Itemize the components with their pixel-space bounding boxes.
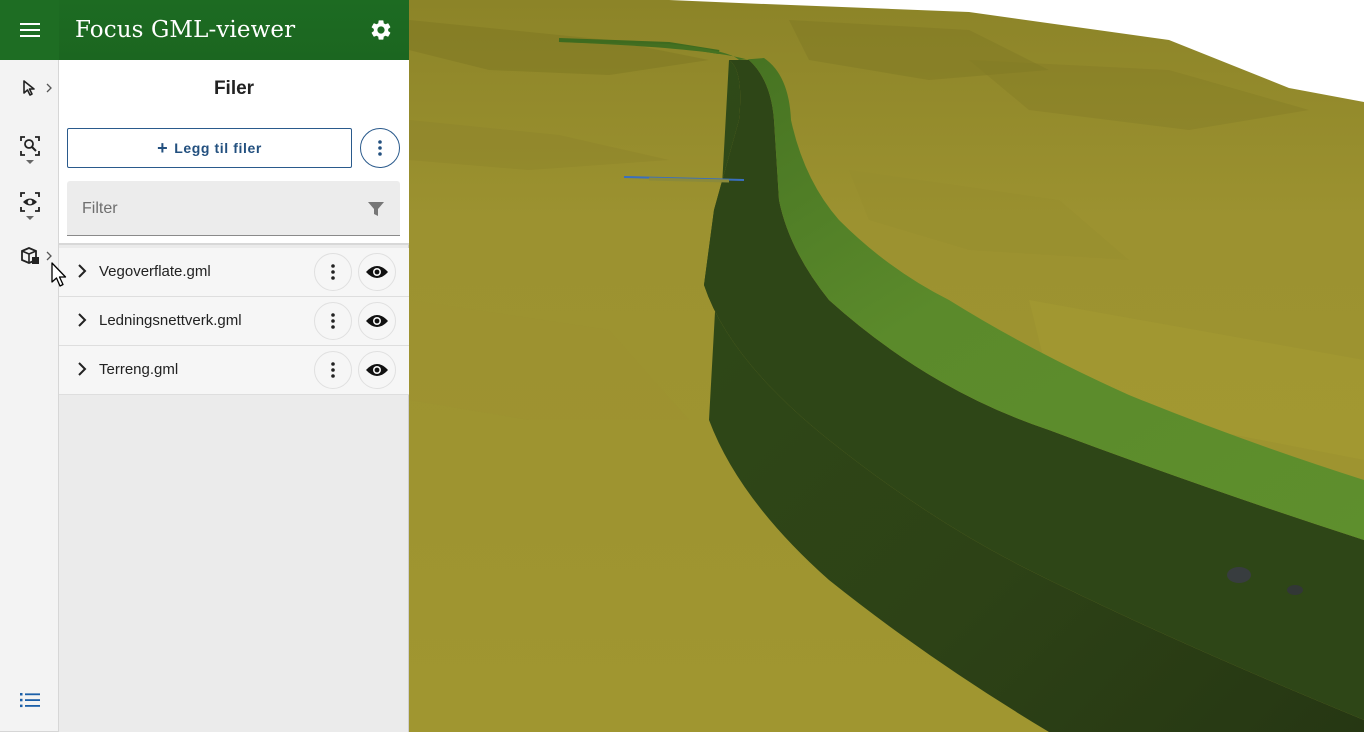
file-name: Terreng.gml [99,361,179,378]
select-tool-button[interactable] [0,66,59,110]
chevron-right-icon [46,83,52,93]
hamburger-icon [19,23,40,37]
file-list: Vegoverflate.gml Ledningsnettverk.gml Te… [59,248,409,395]
file-more-button[interactable] [314,253,352,291]
list-tool-button[interactable] [0,678,59,722]
caret-down-icon [25,216,34,220]
filter-placeholder: Filter [82,200,118,217]
file-visibility-toggle[interactable] [358,351,396,389]
panel-divider [59,243,409,245]
chevron-right-icon[interactable] [74,361,90,377]
panel-header: Focus GML-viewer [59,0,409,60]
chevron-right-icon [46,251,52,261]
eye-focus-icon [19,192,40,212]
files-panel: Focus GML-viewer Filer + Legg til filer … [59,0,409,732]
visibility-tool-button[interactable] [0,180,59,224]
more-vert-icon [331,313,335,329]
app-root: Focus GML-viewer Filer + Legg til filer … [0,0,1364,732]
eye-icon [366,266,388,278]
eye-icon [366,315,388,327]
more-vert-icon [378,140,382,156]
zoom-to-tool-button[interactable] [0,124,59,168]
menu-button[interactable] [0,0,59,60]
cursor-arrow-icon [22,80,35,96]
add-files-label: Legg til filer [174,140,262,156]
tool-rail [0,0,59,732]
file-more-button[interactable] [314,351,352,389]
filter-input[interactable]: Filter [67,181,400,236]
3d-viewport[interactable] [409,0,1364,732]
plus-icon: + [157,137,169,158]
app-title: Focus GML-viewer [75,17,296,43]
boxes-icon [20,247,39,264]
more-vert-icon [331,264,335,280]
chevron-right-icon[interactable] [74,312,90,328]
chevron-right-icon[interactable] [74,263,90,279]
file-row[interactable]: Ledningsnettverk.gml [59,297,409,346]
file-name: Ledningsnettverk.gml [99,312,242,329]
add-files-button[interactable]: + Legg til filer [67,128,352,168]
file-visibility-toggle[interactable] [358,253,396,291]
panel-controls: Filer + Legg til filer Filter [59,60,409,245]
panel-more-button[interactable] [360,128,400,168]
section-title: Filer [213,78,255,99]
file-visibility-toggle[interactable] [358,302,396,340]
list-icon [19,693,40,708]
file-row[interactable]: Terreng.gml [59,346,409,395]
eye-icon [366,364,388,376]
filter-icon[interactable] [367,200,385,218]
caret-down-icon [25,160,34,164]
file-row[interactable]: Vegoverflate.gml [59,248,409,297]
more-vert-icon [331,362,335,378]
file-more-button[interactable] [314,302,352,340]
gear-icon[interactable] [369,18,393,42]
zoom-person-icon [19,136,40,156]
file-name: Vegoverflate.gml [99,263,211,280]
terrain-scene [409,0,1364,732]
mouse-cursor-icon [51,262,67,287]
